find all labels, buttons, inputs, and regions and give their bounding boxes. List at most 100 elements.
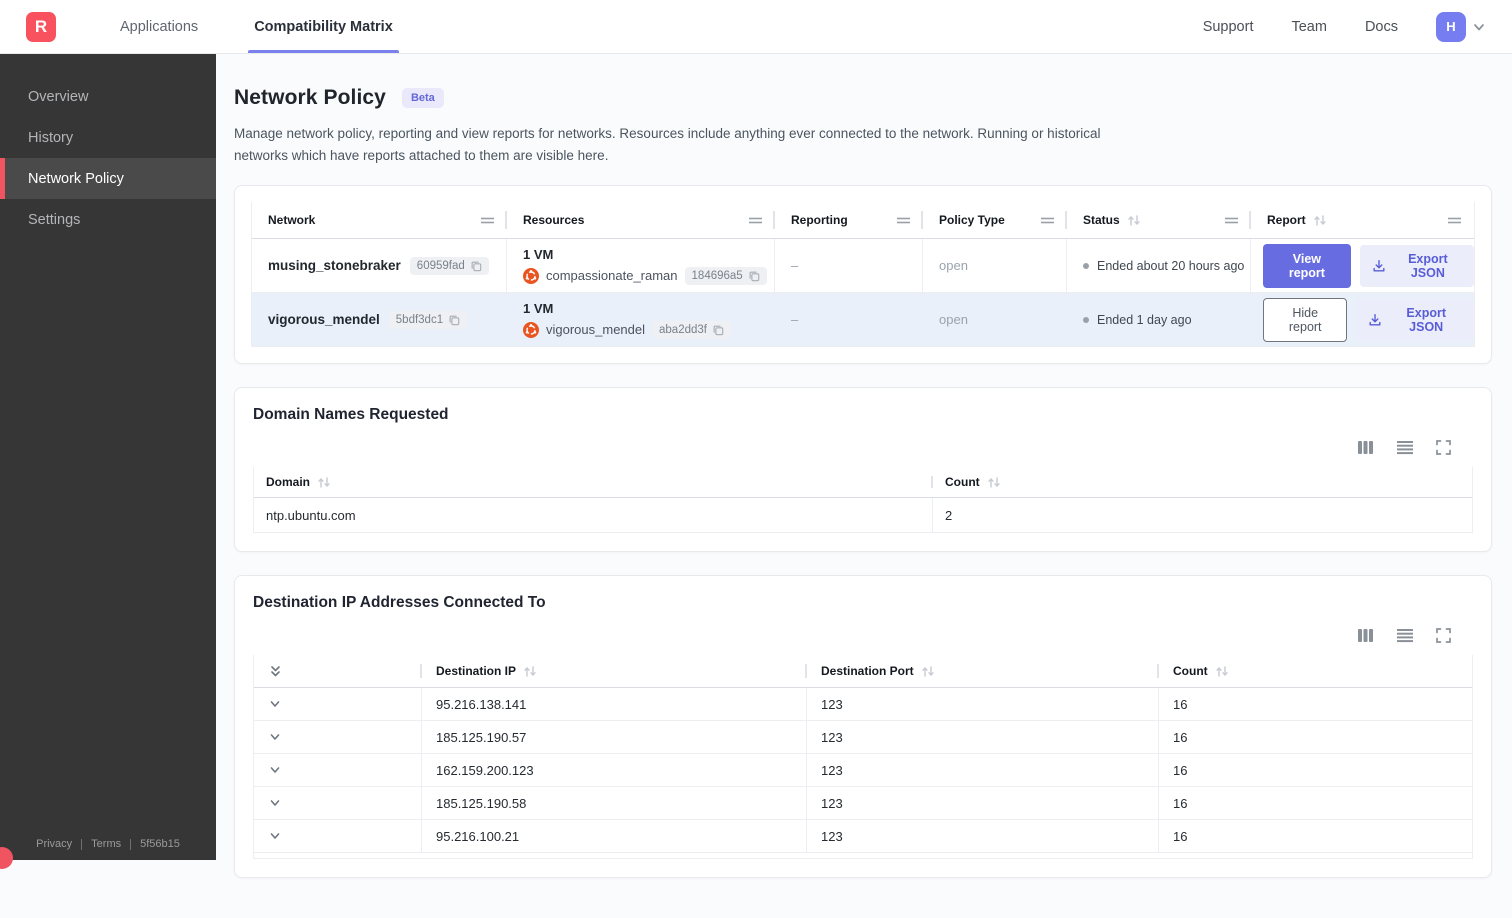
chevron-down-icon[interactable] bbox=[1472, 20, 1486, 34]
ip-row[interactable]: 162.159.200.123 123 16 bbox=[254, 754, 1472, 787]
top-navbar: R Applications Compatibility Matrix Supp… bbox=[0, 0, 1512, 54]
destination-port-cell: 123 bbox=[807, 787, 1159, 819]
ips-table-header: Destination IP Destination Port Count bbox=[254, 655, 1472, 688]
col-header-reporting[interactable]: Reporting bbox=[775, 202, 923, 238]
status-cell: Ended about 20 hours ago bbox=[1067, 239, 1251, 292]
col-header-expand-all[interactable] bbox=[254, 655, 422, 687]
column-resize-handle-icon[interactable] bbox=[896, 216, 911, 225]
column-resize-handle-icon[interactable] bbox=[1224, 216, 1239, 225]
row-expander[interactable] bbox=[254, 787, 422, 819]
sidebar-item-overview[interactable]: Overview bbox=[0, 76, 216, 117]
chevron-down-icon bbox=[268, 796, 282, 810]
hide-report-button[interactable]: Hide report bbox=[1263, 298, 1347, 342]
nav-right: Support Team Docs H bbox=[1203, 0, 1512, 53]
active-tab-underline bbox=[248, 50, 399, 53]
export-json-button[interactable]: Export JSON bbox=[1356, 299, 1474, 341]
row-expander[interactable] bbox=[254, 688, 422, 720]
ip-row[interactable]: 185.125.190.57 123 16 bbox=[254, 721, 1472, 754]
col-header-destination-port[interactable]: Destination Port bbox=[807, 655, 1159, 687]
rows-icon[interactable] bbox=[1396, 628, 1414, 643]
columns-icon[interactable] bbox=[1357, 440, 1374, 455]
nav-link-docs[interactable]: Docs bbox=[1365, 19, 1398, 35]
expand-all-icon[interactable] bbox=[268, 664, 283, 679]
network-id-badge[interactable]: 5bdf3dc1 bbox=[389, 311, 467, 329]
sort-icon[interactable] bbox=[1215, 665, 1229, 678]
copy-icon[interactable] bbox=[470, 260, 482, 272]
destination-ip-cell: 95.216.100.21 bbox=[422, 820, 807, 852]
view-report-button[interactable]: View report bbox=[1263, 244, 1351, 288]
tab-compatibility-matrix[interactable]: Compatibility Matrix bbox=[226, 0, 421, 53]
col-header-count[interactable]: Count bbox=[933, 467, 1472, 497]
row-expander[interactable] bbox=[254, 754, 422, 786]
terms-link[interactable]: Terms bbox=[91, 838, 121, 850]
ip-row[interactable]: 95.216.138.141 123 16 bbox=[254, 688, 1472, 721]
col-header-policy-type[interactable]: Policy Type bbox=[923, 202, 1067, 238]
col-header-status[interactable]: Status bbox=[1067, 202, 1251, 238]
resource-id-badge[interactable]: aba2dd3f bbox=[652, 321, 731, 339]
vm-count: 1 VM bbox=[523, 301, 553, 316]
tab-applications[interactable]: Applications bbox=[92, 0, 226, 53]
status-dot bbox=[1083, 263, 1089, 269]
chevron-down-icon bbox=[268, 829, 282, 843]
col-header-destination-ip[interactable]: Destination IP bbox=[422, 655, 807, 687]
resource-name[interactable]: vigorous_mendel bbox=[546, 322, 645, 337]
chevron-down-icon bbox=[268, 730, 282, 744]
copy-icon[interactable] bbox=[748, 270, 760, 282]
column-resize-handle-icon[interactable] bbox=[1447, 216, 1462, 225]
col-header-count[interactable]: Count bbox=[1159, 655, 1472, 687]
sort-icon[interactable] bbox=[1313, 214, 1327, 227]
column-resize-handle-icon[interactable] bbox=[480, 216, 495, 225]
export-json-button[interactable]: Export JSON bbox=[1360, 245, 1474, 287]
download-icon bbox=[1368, 313, 1382, 327]
count-cell: 16 bbox=[1159, 688, 1472, 720]
build-hash: 5f56b15 bbox=[140, 838, 180, 850]
row-expander[interactable] bbox=[254, 820, 422, 852]
columns-icon[interactable] bbox=[1357, 628, 1374, 643]
networks-table: Network Resources Reporting Policy Type … bbox=[251, 202, 1475, 347]
sidebar-item-history[interactable]: History bbox=[0, 117, 216, 158]
sidebar-item-settings[interactable]: Settings bbox=[0, 199, 216, 240]
ubuntu-vm-icon bbox=[523, 268, 539, 284]
network-row[interactable]: vigorous_mendel 5bdf3dc1 1 VM vigorous_m… bbox=[252, 293, 1474, 347]
sort-icon[interactable] bbox=[987, 476, 1001, 489]
sidebar-footer: Privacy Terms 5f56b15 bbox=[0, 838, 216, 850]
resource-id-badge[interactable]: 184696a5 bbox=[685, 267, 767, 285]
rows-icon[interactable] bbox=[1396, 440, 1414, 455]
sort-icon[interactable] bbox=[1127, 214, 1141, 227]
column-resize-handle-icon[interactable] bbox=[748, 216, 763, 225]
report-cell: Hide report Export JSON bbox=[1251, 293, 1474, 346]
avatar[interactable]: H bbox=[1436, 12, 1466, 42]
privacy-link[interactable]: Privacy bbox=[36, 838, 72, 850]
domain-row[interactable]: ntp.ubuntu.com 2 bbox=[254, 498, 1472, 533]
network-name: vigorous_mendel bbox=[268, 312, 380, 327]
sort-icon[interactable] bbox=[523, 665, 537, 678]
fullscreen-icon[interactable] bbox=[1436, 628, 1451, 643]
col-header-report[interactable]: Report bbox=[1251, 202, 1474, 238]
sidebar-item-network-policy[interactable]: Network Policy bbox=[0, 158, 216, 199]
col-header-domain[interactable]: Domain bbox=[254, 467, 933, 497]
nav-link-team[interactable]: Team bbox=[1291, 19, 1326, 35]
ips-card: Destination IP Addresses Connected To De… bbox=[234, 575, 1492, 878]
sort-icon[interactable] bbox=[317, 476, 331, 489]
destination-port-cell: 123 bbox=[807, 688, 1159, 720]
ip-row[interactable]: 95.216.100.21 123 16 bbox=[254, 820, 1472, 853]
resource-name[interactable]: compassionate_raman bbox=[546, 268, 678, 283]
copy-icon[interactable] bbox=[712, 324, 724, 336]
domains-card-toolbar bbox=[253, 440, 1473, 455]
copy-icon[interactable] bbox=[448, 314, 460, 326]
app-logo[interactable]: R bbox=[26, 12, 56, 42]
row-expander[interactable] bbox=[254, 721, 422, 753]
page-title: Network Policy bbox=[234, 86, 386, 110]
fullscreen-icon[interactable] bbox=[1436, 440, 1451, 455]
nav-link-support[interactable]: Support bbox=[1203, 19, 1254, 35]
col-header-network[interactable]: Network bbox=[252, 202, 507, 238]
network-id-badge[interactable]: 60959fad bbox=[410, 257, 489, 275]
col-header-resources[interactable]: Resources bbox=[507, 202, 775, 238]
footer-divider bbox=[81, 839, 82, 850]
ip-row[interactable]: 185.125.190.58 123 16 bbox=[254, 787, 1472, 820]
network-row[interactable]: musing_stonebraker 60959fad 1 VM compass… bbox=[252, 239, 1474, 293]
column-resize-handle-icon[interactable] bbox=[1040, 216, 1055, 225]
sort-icon[interactable] bbox=[921, 665, 935, 678]
domains-table-header: Domain Count bbox=[254, 467, 1472, 498]
user-menu[interactable]: H bbox=[1436, 12, 1486, 42]
